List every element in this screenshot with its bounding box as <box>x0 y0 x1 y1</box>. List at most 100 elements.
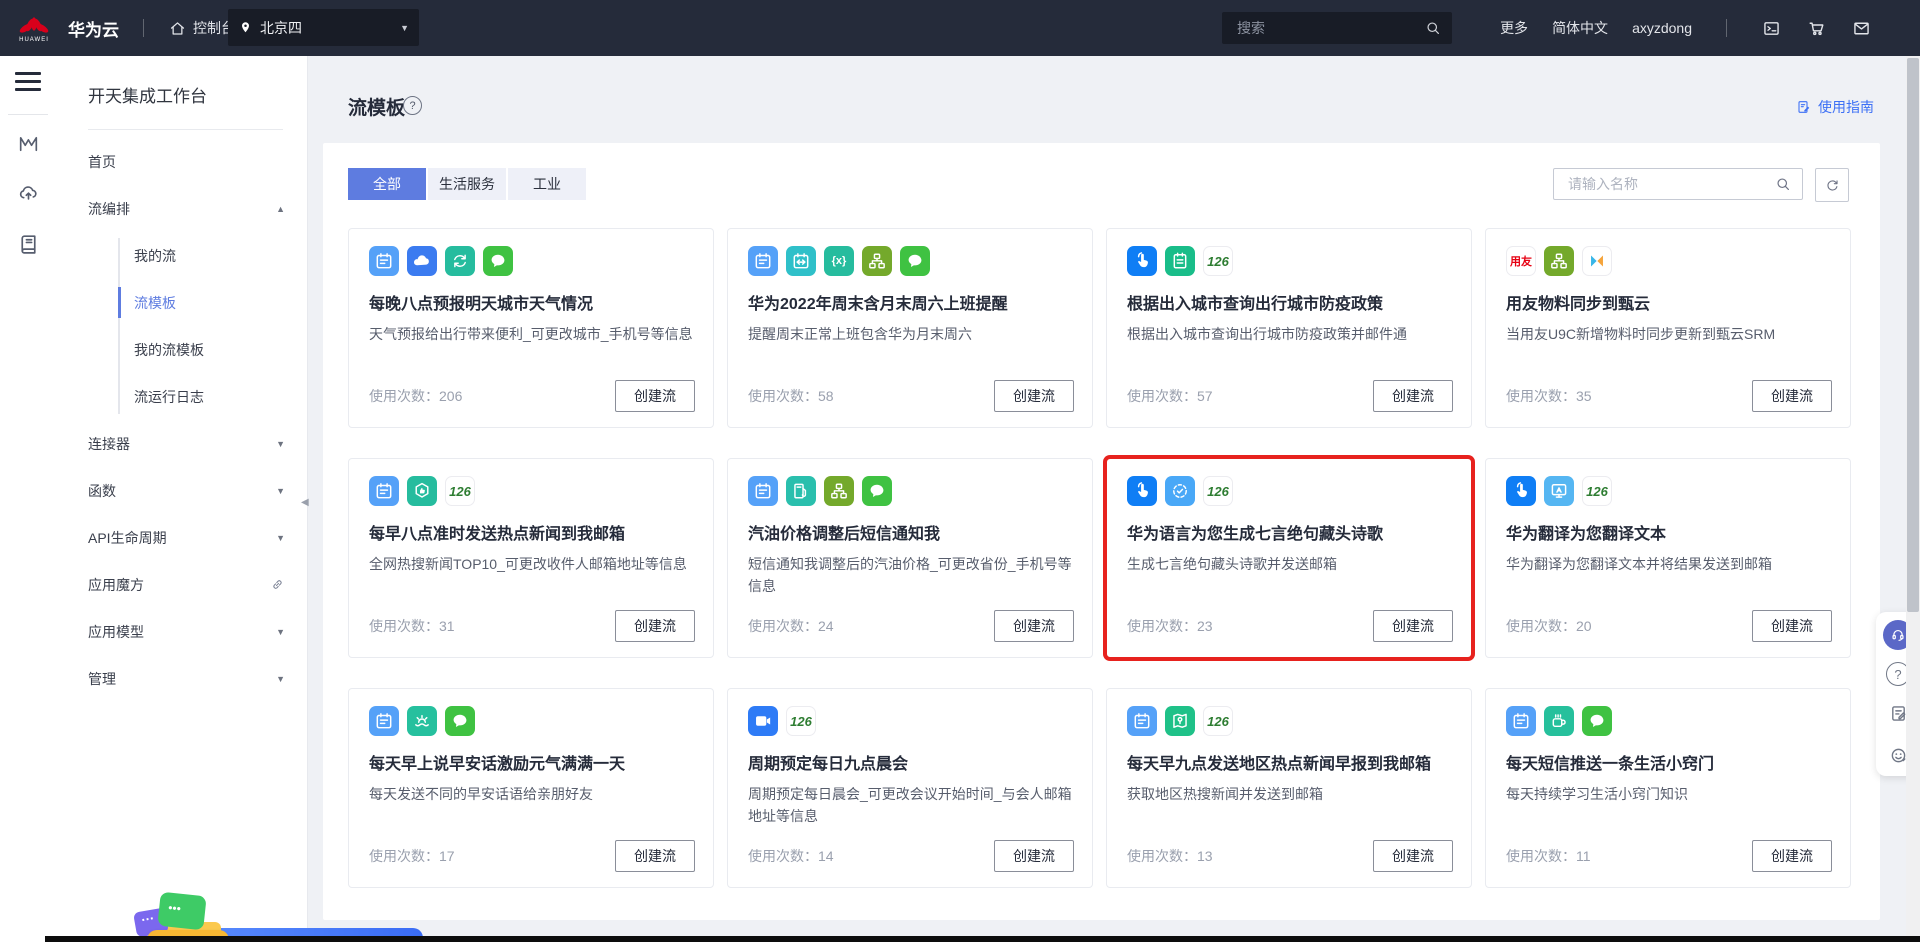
create-flow-button[interactable]: 创建流 <box>615 840 695 872</box>
search-icon[interactable] <box>1774 175 1792 193</box>
guide-doc-icon <box>1796 99 1812 115</box>
card-title: 每天早九点发送地区热点新闻早报到我邮箱 <box>1127 756 1432 773</box>
template-search[interactable] <box>1553 168 1803 200</box>
huawei-wordmark: HUAWEI <box>19 36 49 43</box>
hand-click-icon <box>1127 476 1157 506</box>
card-title: 汽油价格调整后短信通知我 <box>748 526 941 543</box>
card-connector-icons: 126 <box>748 706 1072 736</box>
card-connector-icons: 用友 <box>1506 246 1830 276</box>
hand-click-icon <box>1127 246 1157 276</box>
create-flow-button[interactable]: 创建流 <box>1373 380 1453 412</box>
template-card[interactable]: 每天早上说早安话激励元气满满一天 每天发送不同的早安话语给亲朋好友 使用次数：17 创… <box>348 688 714 888</box>
sunrise-icon <box>407 706 437 736</box>
template-card[interactable]: 126 根据出入城市查询出行城市防疫政策 根据出入城市查询出行城市防疫政策并邮件通使… <box>1106 228 1472 428</box>
search-icon[interactable] <box>1424 19 1442 37</box>
create-flow-button[interactable]: 创建流 <box>615 610 695 642</box>
template-card[interactable]: 每晚八点预报明天城市天气情况 天气预报给出行带来便利_可更改城市_手机号等信息 使用… <box>348 228 714 428</box>
menu-toggle-icon[interactable] <box>15 72 41 96</box>
sidebar-item-6[interactable]: 应用模型 ▼ <box>57 608 307 655</box>
create-flow-button[interactable]: 创建流 <box>1752 840 1832 872</box>
tab-0[interactable]: 全部 <box>348 168 426 200</box>
doc-green-icon <box>1165 246 1195 276</box>
usage-guide-link[interactable]: 使用指南 <box>1796 97 1874 117</box>
create-flow-button[interactable]: 创建流 <box>994 840 1074 872</box>
create-flow-button[interactable]: 创建流 <box>994 610 1074 642</box>
cli-terminal-icon[interactable] <box>1761 18 1782 39</box>
chat-icon <box>862 476 892 506</box>
brand-name[interactable]: 华为云 <box>68 16 119 41</box>
card-description: 每天发送不同的早安话语给亲朋好友 <box>369 786 593 802</box>
mail-icon[interactable] <box>1851 18 1872 39</box>
template-card[interactable]: 用友 用友物料同步到甄云 当用友U9C新增物料时同步更新到甄云SRM 使用次数：35 创… <box>1485 228 1851 428</box>
scrollbar-thumb[interactable] <box>1907 58 1919 612</box>
sidebar-subitem-1-0[interactable]: 我的流 <box>57 232 307 279</box>
schedule-calendar-icon <box>369 706 399 736</box>
assistant-mascot[interactable]: 扫码咨询开天小助手 <box>127 890 423 942</box>
console-link[interactable]: 控制台 <box>168 18 235 38</box>
topbar: HUAWEI 华为云 控制台 北京四 ▼ 更多 <box>0 0 1920 56</box>
sidebar-subitem-1-1[interactable]: 流模板 <box>57 279 307 326</box>
location-pin-icon <box>238 20 253 35</box>
card-connector-icons <box>369 706 693 736</box>
refresh-button[interactable] <box>1815 168 1849 202</box>
template-card[interactable]: 126 华为翻译为您翻译文本 华为翻译为您翻译文本并将结果发送到邮箱 使用次数：20 创… <box>1485 458 1851 658</box>
template-card[interactable]: 126 华为语言为您生成七言绝句藏头诗歌 生成七言绝句藏头诗歌并发送邮箱 使用次数：2… <box>1106 458 1472 658</box>
card-connector-icons: 126 <box>1127 476 1451 506</box>
card-title: 华为2022年周末含月末周六上班提醒 <box>748 296 1008 313</box>
create-flow-button[interactable]: 创建流 <box>615 380 695 412</box>
logo-126-icon: 126 <box>445 476 475 506</box>
vertical-scrollbar[interactable] <box>1906 56 1920 942</box>
template-card[interactable]: 汽油价格调整后短信通知我 短信通知我调整后的汽油价格_可更改省份_手机号等信息 使用… <box>727 458 1093 658</box>
create-flow-button[interactable]: 创建流 <box>1752 380 1832 412</box>
nlp-circle-icon <box>1165 476 1195 506</box>
template-card[interactable]: 126 周期预定每日九点晨会 周期预定每日晨会_可更改会议开始时间_与会人邮箱地址等… <box>727 688 1093 888</box>
template-search-input[interactable] <box>1566 175 1774 193</box>
sidebar-collapse-icon[interactable]: ◀ <box>301 487 314 517</box>
usage-count: 使用次数：24 <box>748 618 834 634</box>
create-flow-button[interactable]: 创建流 <box>994 380 1074 412</box>
create-flow-button[interactable]: 创建流 <box>1373 610 1453 642</box>
cart-icon[interactable] <box>1806 18 1827 39</box>
template-card[interactable]: {x} 华为2022年周末含月末周六上班提醒 提醒周末正常上班包含华为月末周六 使用次… <box>727 228 1093 428</box>
sidebar-item-3[interactable]: 函数 ▼ <box>57 467 307 514</box>
create-flow-button[interactable]: 创建流 <box>1373 840 1453 872</box>
create-flow-button[interactable]: 创建流 <box>1752 610 1832 642</box>
card-description: 天气预报给出行带来便利_可更改城市_手机号等信息 <box>369 326 693 342</box>
sidebar-subitem-1-2[interactable]: 我的流模板 <box>57 326 307 373</box>
template-card[interactable]: 每天短信推送一条生活小窍门 每天持续学习生活小窍门知识 使用次数：11 创建流 <box>1485 688 1851 888</box>
template-card[interactable]: 126 每早八点准时发送热点新闻到我邮箱 全网热搜新闻TOP10_可更改收件人邮箱地… <box>348 458 714 658</box>
flow-chart-icon <box>824 476 854 506</box>
catalog-icon[interactable] <box>16 231 41 256</box>
chevron-down-icon: ▼ <box>276 626 285 637</box>
help-icon[interactable]: ? <box>403 96 422 115</box>
cloud-upload-icon[interactable] <box>16 181 41 206</box>
template-card[interactable]: 126 每天早九点发送地区热点新闻早报到我邮箱 获取地区热搜新闻并发送到邮箱 使用次数… <box>1106 688 1472 888</box>
macroverse-icon[interactable] <box>16 131 41 156</box>
sidebar-item-7[interactable]: 管理 ▼ <box>57 655 307 702</box>
usage-count: 使用次数：206 <box>369 388 463 404</box>
usage-count: 使用次数：20 <box>1506 618 1592 634</box>
language-switch[interactable]: 简体中文 <box>1552 18 1608 38</box>
card-title: 根据出入城市查询出行城市防疫政策 <box>1127 296 1384 313</box>
card-description: 生成七言绝句藏头诗歌并发送邮箱 <box>1127 556 1337 572</box>
horizontal-scrollbar[interactable] <box>45 936 1920 942</box>
sidebar-item-2[interactable]: 连接器 ▼ <box>57 420 307 467</box>
card-description: 提醒周末正常上班包含华为月末周六 <box>748 326 972 342</box>
tab-2[interactable]: 工业 <box>508 168 586 200</box>
schedule-calendar-icon <box>1506 706 1536 736</box>
sidebar-item-1[interactable]: 流编排 ▲ <box>57 185 307 232</box>
sidebar-subitem-1-3[interactable]: 流运行日志 <box>57 373 307 420</box>
range-calendar-icon <box>786 246 816 276</box>
more-menu[interactable]: 更多 <box>1500 18 1528 38</box>
weather-cycle-icon <box>445 246 475 276</box>
schedule-calendar-icon <box>1127 706 1157 736</box>
global-search-input[interactable] <box>1235 19 1424 37</box>
sidebar-item-5[interactable]: 应用魔方 <box>57 561 307 608</box>
flow-chart-icon <box>862 246 892 276</box>
sidebar-item-0[interactable]: 首页 <box>57 138 307 185</box>
region-selector[interactable]: 北京四 ▼ <box>228 9 419 46</box>
tab-1[interactable]: 生活服务 <box>428 168 506 200</box>
account-menu[interactable]: axyzdong <box>1632 20 1692 36</box>
sidebar-item-4[interactable]: API生命周期 ▼ <box>57 514 307 561</box>
global-search[interactable] <box>1222 12 1452 44</box>
